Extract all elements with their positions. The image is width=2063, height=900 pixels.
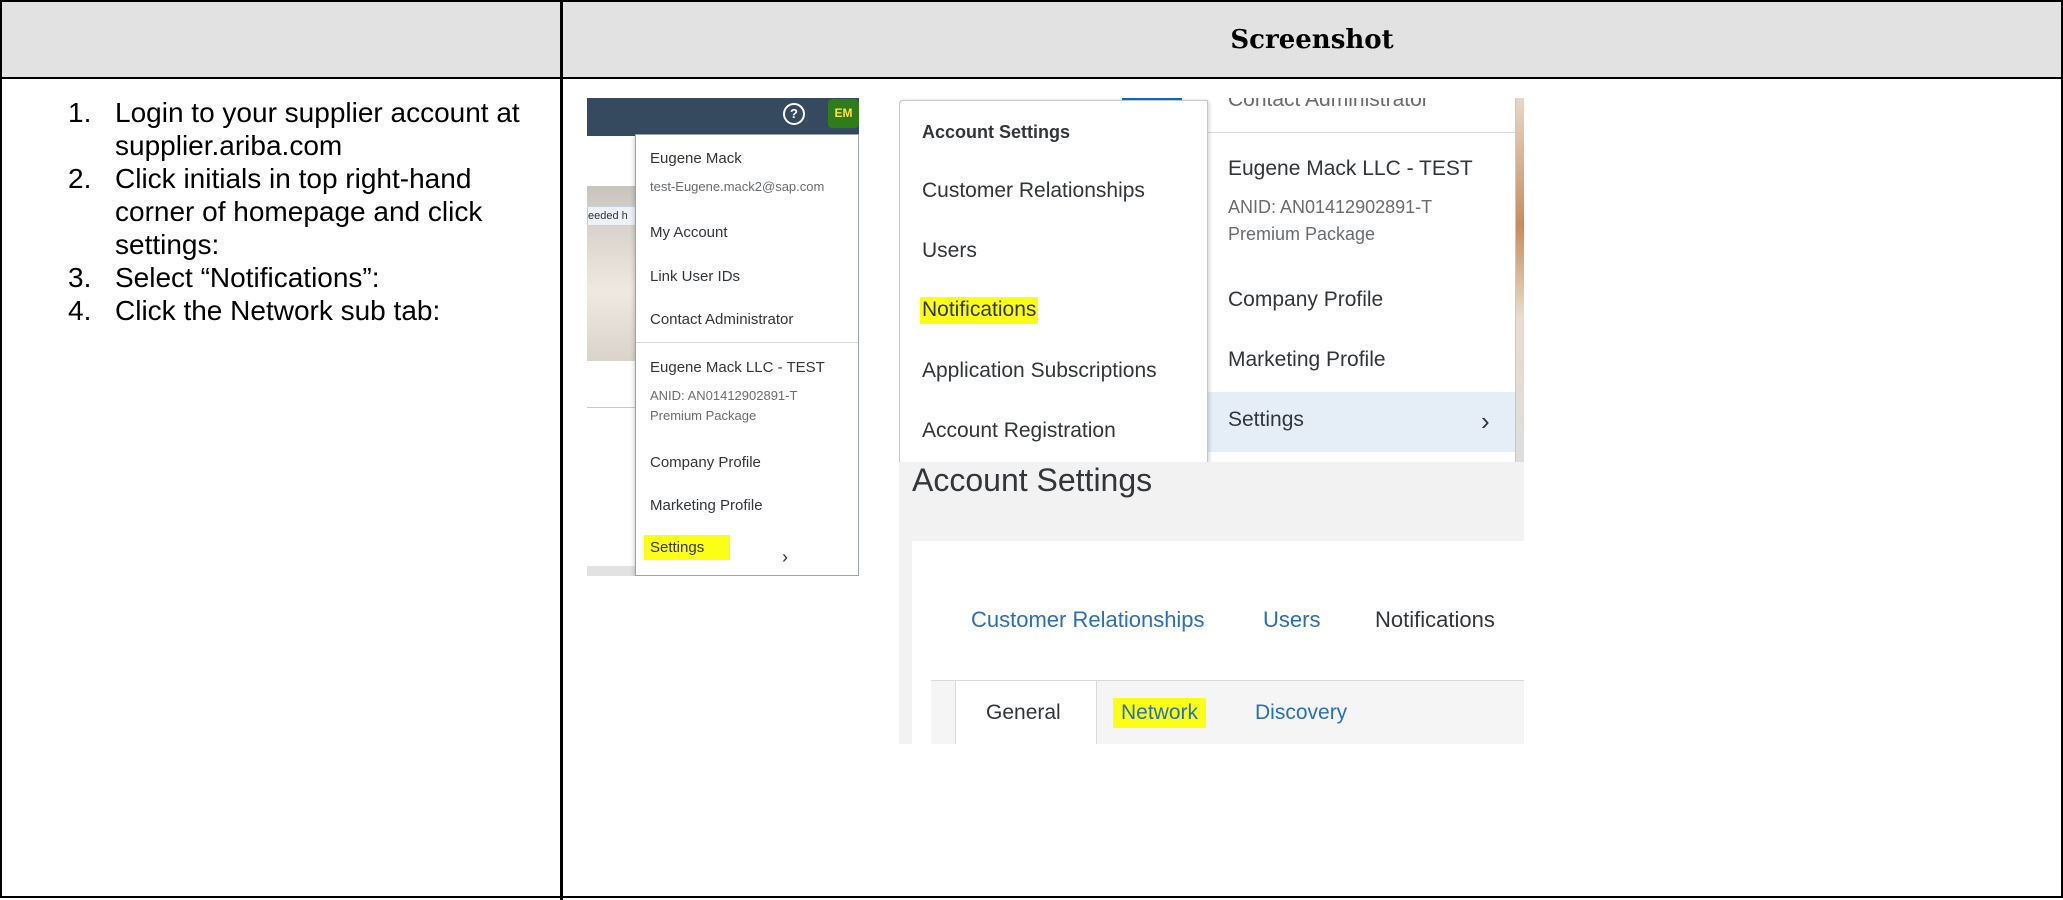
subtab-general[interactable]: General (986, 701, 1061, 725)
menu-item-contact-admin[interactable]: Contact Administrator (650, 311, 793, 328)
screenshot-column-header: Screenshot (1230, 24, 1394, 55)
subtab-bar: General Network Discovery (931, 680, 1524, 744)
menu-anid: ANID: AN01412902891-T (1228, 197, 1433, 217)
menu-package: Premium Package (1228, 224, 1376, 244)
chevron-right-icon: › (1481, 406, 1490, 436)
submenu-header: Account Settings (922, 122, 1071, 142)
screenshot-user-menu: ? EM eeded h Eugene Mack test-Eugene.mac… (587, 98, 859, 576)
menu-user-email: test-Eugene.mack2@sap.com (650, 179, 825, 194)
step-text: Click initials in top right-hand corner … (115, 163, 483, 260)
step-text: Login to your supplier account at suppli… (115, 97, 520, 161)
step-item: 4. Click the Network sub tab: (52, 294, 532, 327)
tab-customer-relationships[interactable]: Customer Relationships (971, 607, 1205, 633)
screenshot-notifications-page: Account Settings Customer Relationships … (899, 462, 1524, 744)
step-item: 1. Login to your supplier account at supp… (52, 96, 532, 162)
step-number: 2. (68, 163, 92, 194)
top-bar (587, 98, 859, 136)
step-number: 3. (68, 262, 92, 293)
menu-item-company-profile[interactable]: Company Profile (1228, 288, 1383, 312)
menu-item-my-account[interactable]: My Account (650, 224, 728, 241)
background-image (1515, 98, 1524, 463)
submenu-item-account-registration[interactable]: Account Registration (922, 419, 1116, 443)
step-number: 4. (68, 295, 92, 326)
user-menu-right: Contact Administrator Eugene Mack LLC - … (1207, 98, 1516, 463)
chevron-right-icon: › (782, 547, 788, 567)
menu-item-marketing-profile[interactable]: Marketing Profile (650, 497, 763, 514)
submenu-item-users[interactable]: Users (922, 239, 977, 263)
menu-package: Premium Package (650, 408, 757, 423)
menu-company-name: Eugene Mack LLC - TEST (1228, 157, 1473, 180)
submenu-item-app-subscriptions[interactable]: Application Subscriptions (922, 359, 1157, 383)
user-dropdown-menu: Eugene Mack test-Eugene.mack2@sap.com My… (635, 134, 859, 576)
step-item: 2. Click initials in top right-hand corne… (52, 162, 532, 261)
tab-notifications[interactable]: Notifications (1375, 607, 1495, 633)
menu-item-marketing-profile[interactable]: Marketing Profile (1228, 348, 1386, 372)
column-divider (560, 2, 563, 900)
step-item: 3. Select “Notifications”: (52, 261, 532, 294)
menu-item-settings[interactable]: Settings (1228, 408, 1304, 432)
menu-divider (1207, 132, 1515, 133)
steps-list: 1. Login to your supplier account at supp… (52, 96, 532, 327)
menu-user-name: Eugene Mack (650, 150, 742, 167)
step-number: 1. (68, 97, 92, 128)
step-text: Select “Notifications”: (115, 262, 380, 293)
menu-item-settings[interactable]: Settings (644, 535, 731, 560)
menu-divider (636, 342, 858, 343)
menu-company-name: Eugene Mack LLC - TEST (650, 359, 825, 376)
menu-item-company-profile[interactable]: Company Profile (650, 454, 761, 471)
menu-item-contact-admin[interactable]: Contact Administrator (1228, 98, 1429, 112)
subtab-network[interactable]: Network (1113, 698, 1207, 728)
page-title: Account Settings (912, 462, 1153, 498)
submenu-item-customer-relationships[interactable]: Customer Relationships (922, 179, 1145, 203)
step-text: Click the Network sub tab: (115, 295, 441, 326)
subtab-discovery[interactable]: Discovery (1255, 701, 1347, 725)
tab-users[interactable]: Users (1263, 607, 1320, 633)
submenu-item-notifications[interactable]: Notifications (920, 297, 1039, 324)
screenshot-settings-submenu: Contact Administrator Eugene Mack LLC - … (899, 98, 1524, 463)
menu-item-link-user-ids[interactable]: Link User IDs (650, 268, 740, 285)
account-settings-submenu: Account Settings Customer Relationships … (899, 100, 1208, 463)
menu-anid: ANID: AN01412902891-T (650, 388, 798, 403)
help-icon[interactable]: ? (783, 103, 805, 125)
avatar[interactable]: EM (828, 99, 859, 128)
